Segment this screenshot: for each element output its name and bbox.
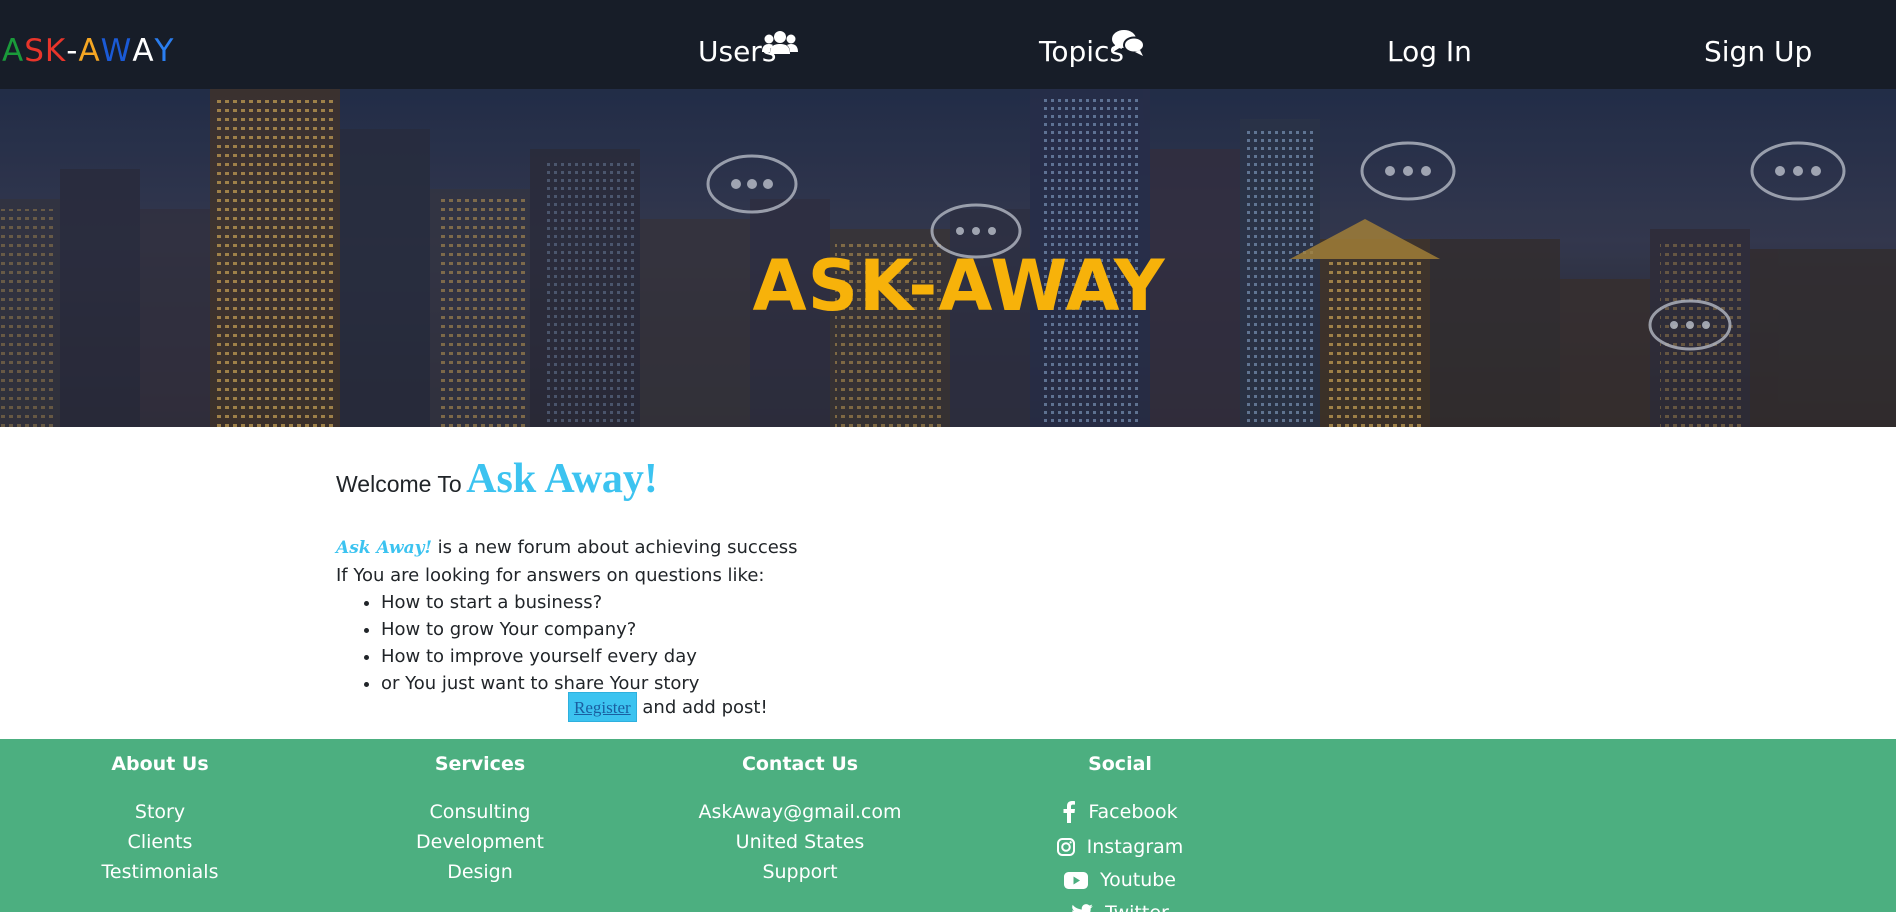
footer-link-facebook[interactable]: Facebook: [960, 797, 1280, 832]
footer-social-heading: Social: [1088, 753, 1152, 775]
list-item: How to grow Your company?: [381, 616, 798, 643]
facebook-icon: [1063, 801, 1076, 823]
logo[interactable]: ASK-AWAY: [2, 33, 174, 69]
footer-about-column: About Us Story Clients Testimonials: [0, 739, 320, 887]
footer-link-email[interactable]: AskAway@gmail.com: [640, 797, 960, 827]
twitter-label: Twitter: [1105, 898, 1169, 912]
footer-link-support[interactable]: Support: [640, 857, 960, 887]
logo-letter: W: [100, 33, 133, 69]
footer-link-location[interactable]: United States: [640, 827, 960, 857]
register-line: Register and add post!: [568, 692, 768, 723]
nav-users-link[interactable]: Users: [698, 31, 798, 70]
logo-letter: A: [78, 33, 101, 69]
navbar: ASK-AWAY Users Topics Log In Sign Up: [0, 0, 1896, 89]
footer-contact-heading: Contact Us: [741, 753, 859, 775]
footer-link-youtube[interactable]: Youtube: [960, 865, 1280, 898]
nav-login-link[interactable]: Log In: [1387, 34, 1472, 70]
footer-contact-column: Contact Us AskAway@gmail.com United Stat…: [640, 739, 960, 887]
instagram-label: Instagram: [1086, 836, 1184, 858]
logo-letter: S: [24, 33, 45, 69]
footer-link-story[interactable]: Story: [0, 797, 320, 827]
nav-signup-link[interactable]: Sign Up: [1704, 34, 1812, 70]
intro-line-1-rest: is a new forum about achieving success: [431, 537, 798, 558]
list-item: How to improve yourself every day: [381, 643, 798, 670]
welcome-brand: Ask Away!: [466, 456, 658, 502]
twitter-icon: [1072, 903, 1093, 912]
facebook-label: Facebook: [1088, 801, 1178, 823]
footer: About Us Story Clients Testimonials Serv…: [0, 739, 1896, 912]
welcome-prefix: Welcome To: [336, 471, 462, 497]
footer-link-instagram[interactable]: Instagram: [960, 832, 1280, 865]
hero-banner: ASK-AWAY: [0, 89, 1896, 427]
footer-link-consulting[interactable]: Consulting: [320, 797, 640, 827]
footer-link-development[interactable]: Development: [320, 827, 640, 857]
footer-about-heading: About Us: [111, 753, 209, 775]
instagram-icon: [1056, 838, 1075, 856]
intro-text: Ask Away! is a new forum about achieving…: [336, 534, 798, 697]
footer-link-twitter[interactable]: Twitter: [960, 898, 1280, 912]
intro-line-1: Ask Away! is a new forum about achieving…: [336, 534, 798, 562]
nav-topics-link[interactable]: Topics: [1039, 30, 1145, 70]
footer-link-clients[interactable]: Clients: [0, 827, 320, 857]
logo-letter: K: [44, 33, 67, 69]
footer-link-design[interactable]: Design: [320, 857, 640, 887]
logo-letter: A: [2, 33, 25, 69]
users-icon: [762, 28, 798, 65]
comments-icon: [1111, 28, 1145, 67]
welcome-heading: Welcome To Ask Away!: [336, 455, 658, 503]
hero-title: ASK-AWAY: [752, 245, 1166, 327]
question-list: How to start a business? How to grow You…: [381, 589, 798, 697]
youtube-icon: [1064, 871, 1088, 889]
footer-link-testimonials[interactable]: Testimonials: [0, 857, 320, 887]
register-suffix: and add post!: [636, 697, 768, 718]
intro-line-2: If You are looking for answers on questi…: [336, 565, 765, 586]
register-button[interactable]: Register: [568, 692, 637, 722]
list-item: How to start a business?: [381, 589, 798, 616]
footer-services-column: Services Consulting Development Design: [320, 739, 640, 887]
logo-letter: A: [132, 33, 155, 69]
footer-services-heading: Services: [434, 753, 526, 775]
logo-letter: -: [66, 33, 79, 69]
logo-letter: Y: [154, 33, 175, 69]
youtube-label: Youtube: [1100, 869, 1176, 891]
brand-script: Ask Away!: [336, 538, 432, 558]
footer-social-column: Social Facebook Instagram Youtube: [960, 739, 1280, 912]
